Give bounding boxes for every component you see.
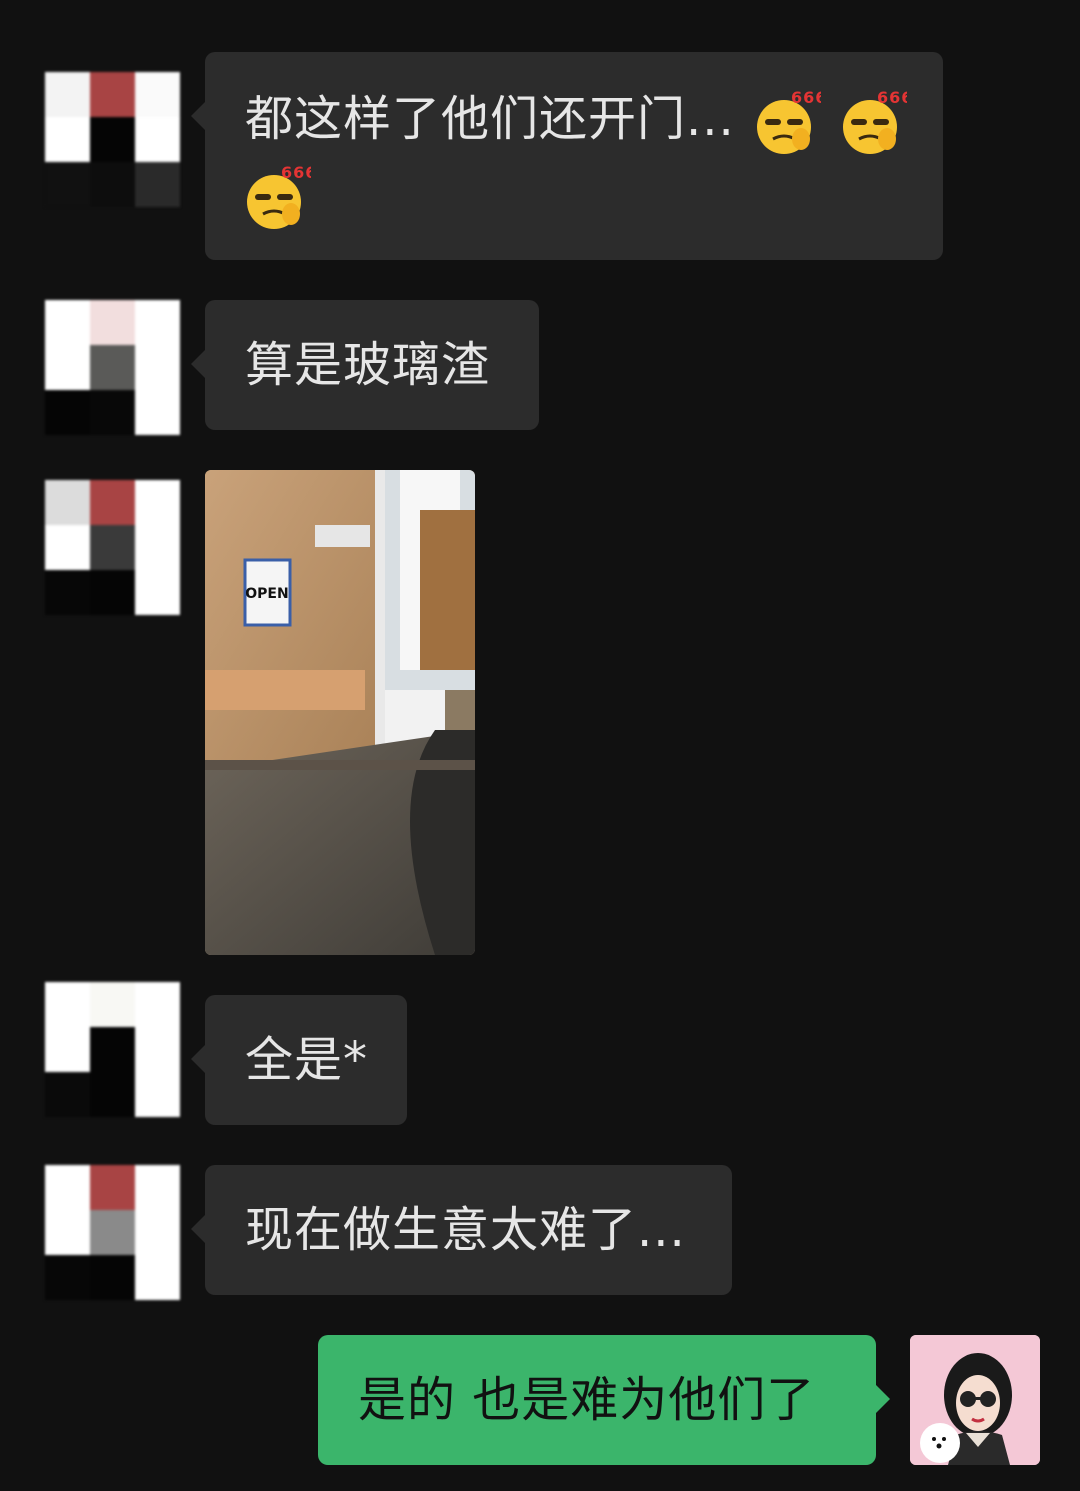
666-smirk-emoji-icon: 666 xyxy=(757,88,821,154)
svg-text:666: 666 xyxy=(791,88,821,107)
photo-boarded-door: OPEN xyxy=(205,470,475,955)
contact-avatar[interactable] xyxy=(45,480,180,615)
message-text: 都这样了他们还开门... xyxy=(245,91,735,147)
svg-text:666: 666 xyxy=(281,163,311,182)
contact-avatar[interactable] xyxy=(45,1165,180,1300)
contact-avatar[interactable] xyxy=(45,300,180,435)
message-bubble[interactable]: 现在做生意太难了... xyxy=(191,1165,732,1295)
666-smirk-emoji-icon: 666 xyxy=(843,88,907,154)
message-text: 算是玻璃渣 xyxy=(245,337,491,393)
message-text: 全是* xyxy=(245,1032,369,1088)
666-smirk-emoji-icon: 666 xyxy=(247,163,311,229)
message-text: 是的 也是难为他们了 xyxy=(358,1372,816,1428)
message-bubble[interactable]: 全是* xyxy=(191,995,407,1125)
message-bubble[interactable]: 都这样了他们还开门... 666 666 666 xyxy=(191,52,943,260)
message-text: 现在做生意太难了... xyxy=(245,1202,686,1258)
image-message[interactable]: OPEN xyxy=(205,470,475,955)
my-avatar[interactable] xyxy=(910,1335,1040,1465)
message-bubble[interactable]: 算是玻璃渣 xyxy=(191,300,539,430)
contact-avatar[interactable] xyxy=(45,72,180,207)
my-message-bubble[interactable]: 是的 也是难为他们了 xyxy=(318,1335,890,1465)
contact-avatar[interactable] xyxy=(45,982,180,1117)
svg-text:666: 666 xyxy=(877,88,907,107)
avatar-illustration xyxy=(910,1335,1040,1465)
open-sign: OPEN xyxy=(245,586,288,602)
